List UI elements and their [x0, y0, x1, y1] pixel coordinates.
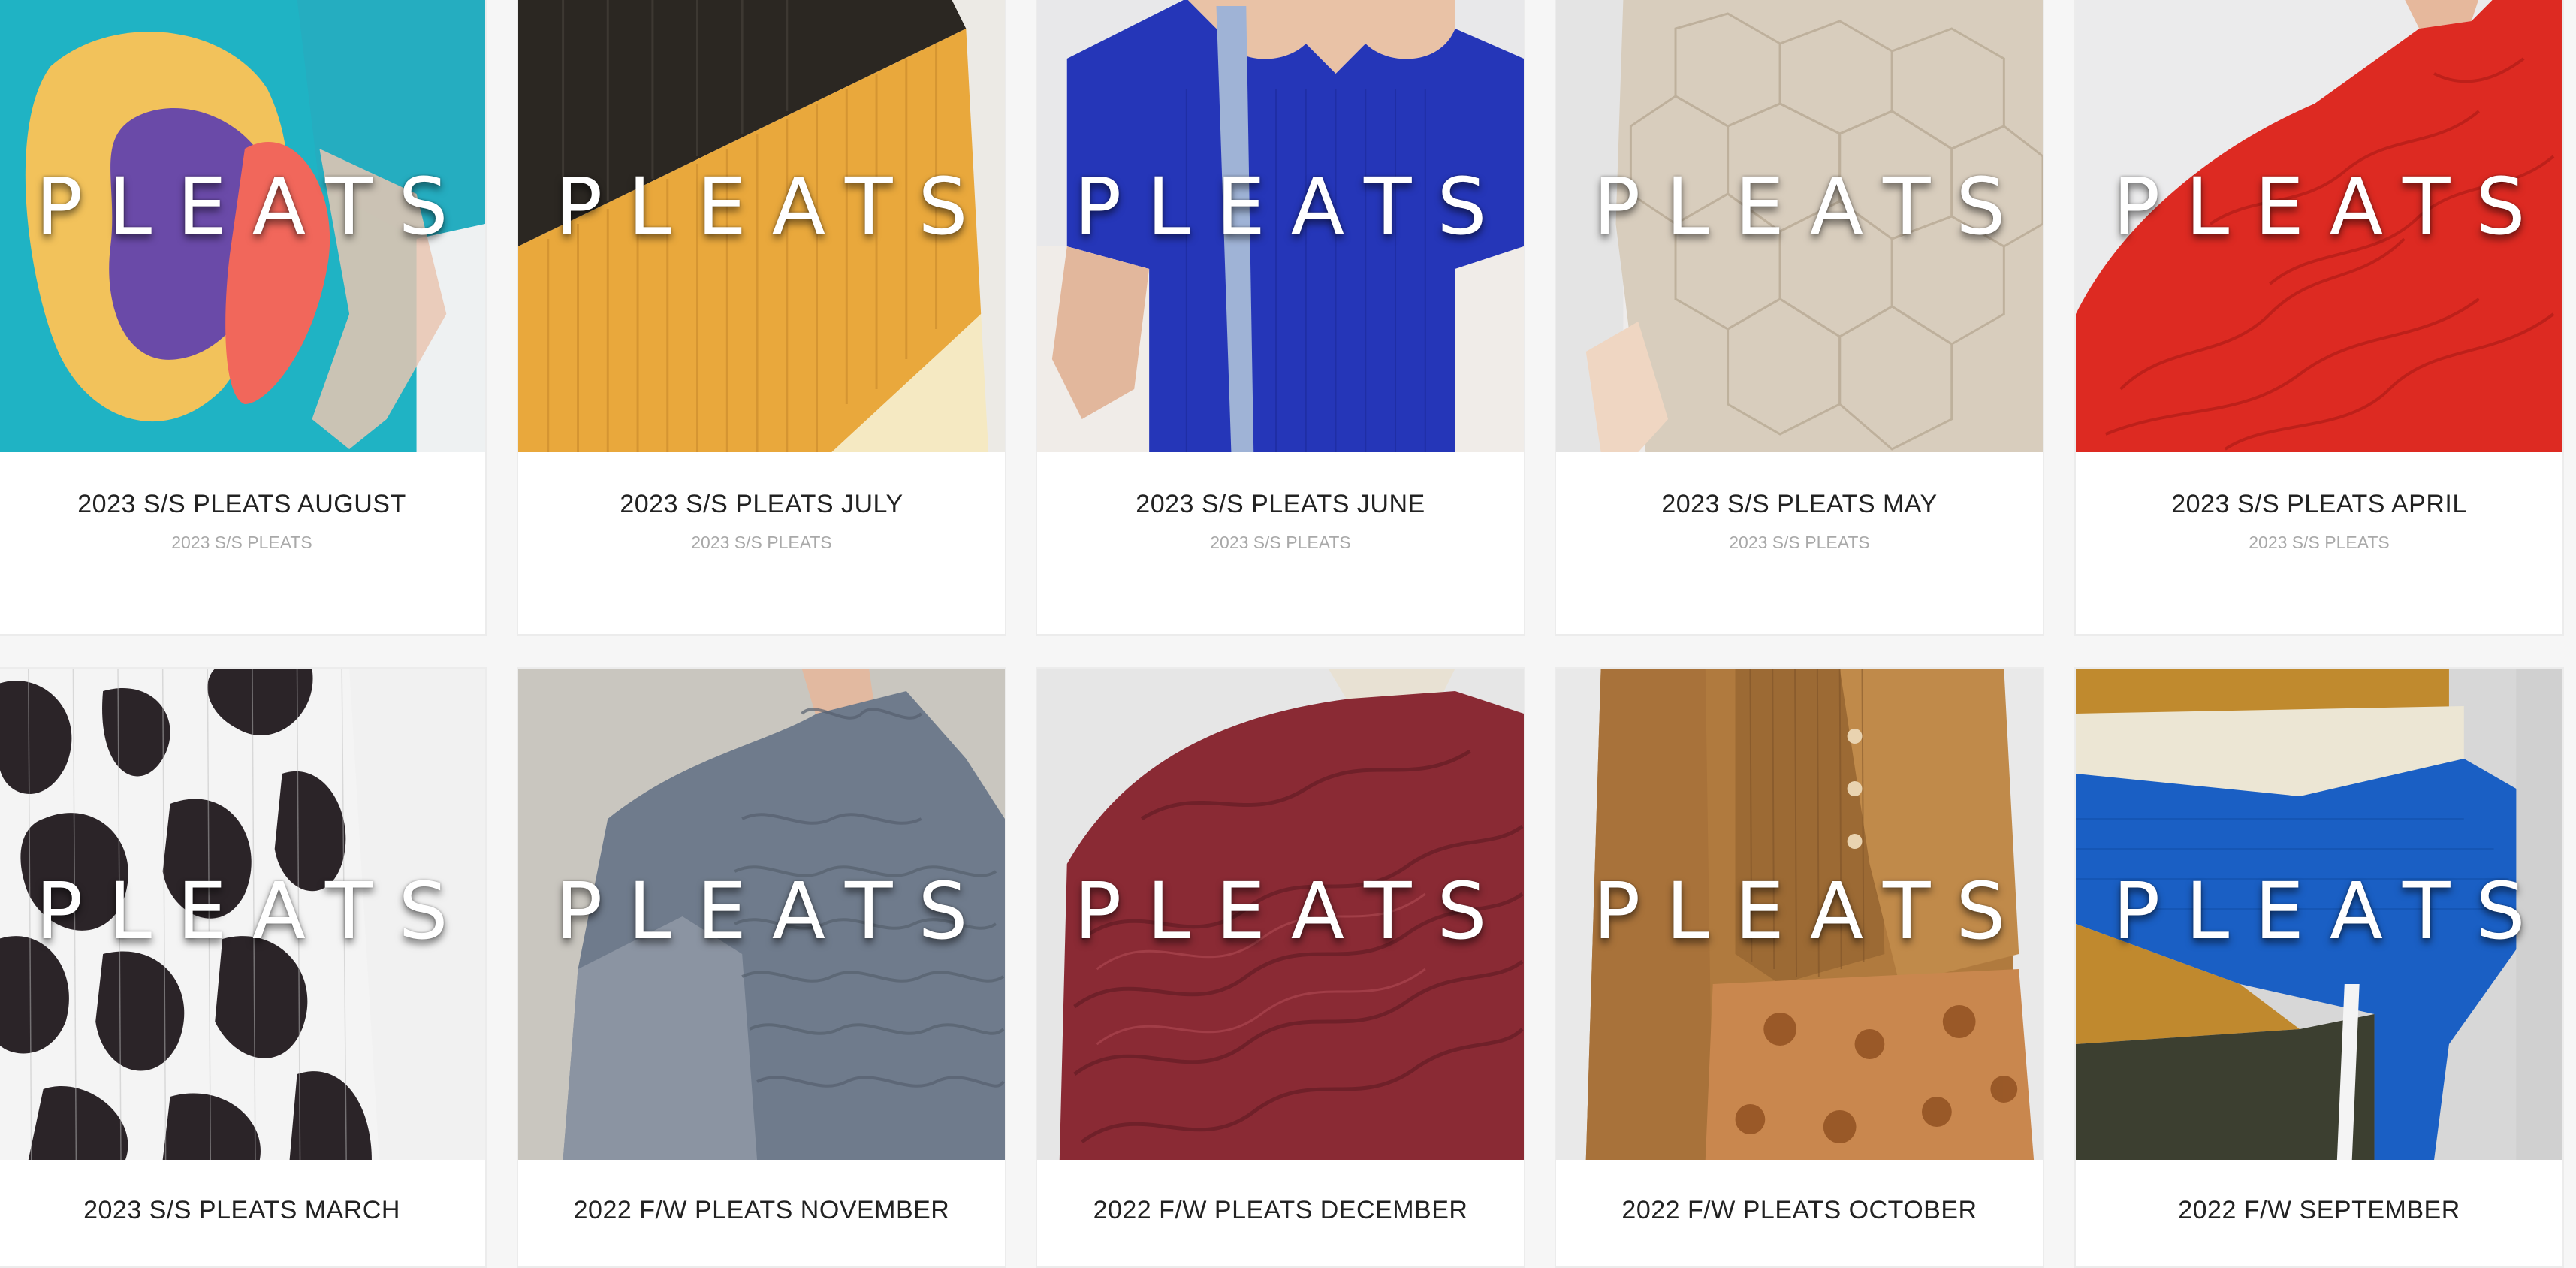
card-title[interactable]: 2023 S/S PLEATS MARCH — [0, 1196, 485, 1225]
collection-thumbnail[interactable]: PLEATS — [0, 0, 485, 452]
collection-grid: PLEATS 2023 S/S PLEATS AUGUST 2023 S/S P… — [0, 0, 2576, 1268]
collection-card[interactable]: PLEATS 2023 S/S PLEATS MAY 2023 S/S PLEA… — [1555, 0, 2044, 636]
collection-thumbnail[interactable]: PLEATS — [1037, 669, 1524, 1160]
card-category[interactable]: 2023 S/S PLEATS — [1556, 533, 2043, 553]
collection-card[interactable]: PLEATS 2022 F/W PLEATS OCTOBER — [1555, 667, 2044, 1268]
card-title[interactable]: 2022 F/W PLEATS DECEMBER — [1037, 1196, 1524, 1225]
card-category[interactable]: 2023 S/S PLEATS — [518, 533, 1005, 553]
collection-card[interactable]: PLEATS 2023 S/S PLEATS JUNE 2023 S/S PLE… — [1036, 0, 1525, 636]
brand-overlay-text: PLEATS — [35, 865, 474, 957]
brand-overlay-text: PLEATS — [1593, 865, 2032, 957]
collection-thumbnail[interactable]: PLEATS — [1556, 669, 2043, 1160]
brand-overlay-text: PLEATS — [2113, 865, 2551, 957]
collection-card[interactable]: PLEATS 2023 S/S PLEATS MARCH — [0, 667, 487, 1268]
collection-thumbnail[interactable]: PLEATS — [2076, 669, 2562, 1160]
card-category[interactable]: 2023 S/S PLEATS — [0, 533, 485, 553]
card-title[interactable]: 2022 F/W PLEATS NOVEMBER — [518, 1196, 1005, 1225]
card-title[interactable]: 2023 S/S PLEATS JUNE — [1037, 490, 1524, 519]
collection-thumbnail[interactable]: PLEATS — [518, 669, 1005, 1160]
brand-overlay-text: PLEATS — [555, 865, 994, 957]
collection-card[interactable]: PLEATS 2022 F/W PLEATS DECEMBER — [1036, 667, 1525, 1268]
collection-thumbnail[interactable]: PLEATS — [1037, 0, 1524, 452]
collection-card[interactable]: PLEATS 2022 F/W SEPTEMBER — [2074, 667, 2564, 1268]
brand-overlay-text: PLEATS — [1593, 161, 2032, 252]
brand-overlay-text: PLEATS — [2113, 161, 2551, 252]
card-title[interactable]: 2023 S/S PLEATS AUGUST — [0, 490, 485, 519]
card-title[interactable]: 2022 F/W PLEATS OCTOBER — [1556, 1196, 2043, 1225]
collection-thumbnail[interactable]: PLEATS — [518, 0, 1005, 452]
collection-thumbnail[interactable]: PLEATS — [2076, 0, 2562, 452]
brand-overlay-text: PLEATS — [555, 161, 994, 252]
card-category[interactable]: 2023 S/S PLEATS — [1037, 533, 1524, 553]
brand-overlay-text: PLEATS — [1074, 161, 1513, 252]
card-title[interactable]: 2023 S/S PLEATS MAY — [1556, 490, 2043, 519]
brand-overlay-text: PLEATS — [1074, 865, 1513, 957]
brand-overlay-text: PLEATS — [35, 161, 474, 252]
collection-card[interactable]: PLEATS 2023 S/S PLEATS APRIL 2023 S/S PL… — [2074, 0, 2564, 636]
card-title[interactable]: 2023 S/S PLEATS APRIL — [2076, 490, 2562, 519]
collection-thumbnail[interactable]: PLEATS — [1556, 0, 2043, 452]
card-category[interactable]: 2023 S/S PLEATS — [2076, 533, 2562, 553]
card-title[interactable]: 2022 F/W SEPTEMBER — [2076, 1196, 2562, 1225]
collection-card[interactable]: PLEATS 2023 S/S PLEATS JULY 2023 S/S PLE… — [517, 0, 1006, 636]
collection-thumbnail[interactable]: PLEATS — [0, 669, 485, 1160]
card-title[interactable]: 2023 S/S PLEATS JULY — [518, 490, 1005, 519]
collection-card[interactable]: PLEATS 2022 F/W PLEATS NOVEMBER — [517, 667, 1006, 1268]
collection-card[interactable]: PLEATS 2023 S/S PLEATS AUGUST 2023 S/S P… — [0, 0, 487, 636]
